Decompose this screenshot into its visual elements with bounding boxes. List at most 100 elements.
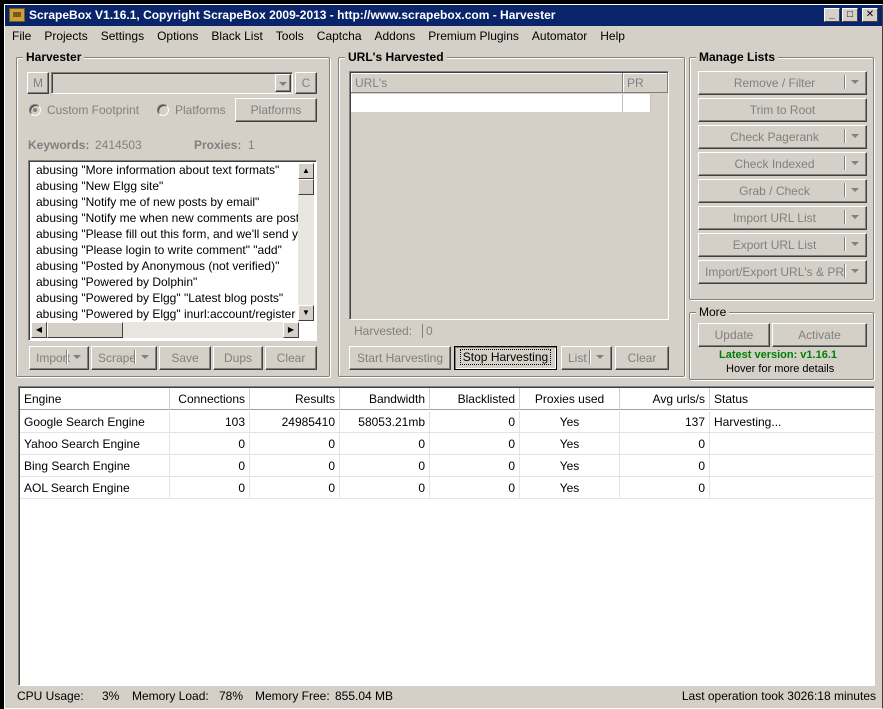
export-url-list-button[interactable]: Export URL List: [698, 233, 867, 257]
table-row[interactable]: Yahoo Search Engine 0 0 0 0 Yes 0: [20, 433, 874, 455]
remove-filter-button[interactable]: Remove / Filter: [698, 71, 867, 95]
keyword-item[interactable]: abusing "More information about text for…: [36, 162, 298, 178]
menu-file[interactable]: File: [5, 27, 37, 45]
import-button[interactable]: Import: [29, 346, 89, 370]
menu-captcha[interactable]: Captcha: [310, 27, 368, 45]
stop-harvesting-button[interactable]: Stop Harvesting: [454, 346, 557, 370]
minimize-button[interactable]: _: [824, 8, 840, 22]
cell-avg-urls: 0: [620, 477, 710, 499]
platforms-radio[interactable]: [157, 104, 169, 116]
keyword-item[interactable]: abusing "New Elgg site": [36, 178, 298, 194]
cell-blacklisted: 0: [430, 411, 520, 433]
menu-addons[interactable]: Addons: [368, 27, 422, 45]
urls-clear-button[interactable]: Clear: [615, 346, 669, 370]
import-export-url-s-pr-button[interactable]: Import/Export URL's & PR: [698, 260, 867, 284]
scroll-right-icon[interactable]: ▶: [283, 322, 299, 338]
chevron-down-icon: [851, 242, 859, 246]
cell-blacklisted: 0: [430, 477, 520, 499]
cpu-usage-label: CPU Usage:: [17, 689, 84, 703]
scroll-down-icon[interactable]: ▼: [298, 305, 314, 321]
col-bandwidth[interactable]: Bandwidth: [340, 388, 430, 410]
chevron-down-icon: [851, 134, 859, 138]
scrape-button[interactable]: Scrape: [91, 346, 157, 370]
chevron-down-icon: [596, 355, 604, 359]
col-engine[interactable]: Engine: [20, 388, 170, 410]
check-indexed-button[interactable]: Check Indexed: [698, 152, 867, 176]
keyword-list[interactable]: abusing "More information about text for…: [28, 160, 317, 341]
scroll-up-icon[interactable]: ▲: [298, 163, 314, 179]
latest-version-text: Latest version: v1.16.1: [719, 349, 838, 361]
c-button[interactable]: C: [295, 72, 317, 94]
chevron-down-icon[interactable]: [275, 74, 291, 92]
table-row[interactable]: Google Search Engine 103 24985410 58053.21m…: [20, 411, 874, 433]
keyword-item[interactable]: abusing "Powered by Elgg" inurl:account/…: [36, 306, 298, 322]
cell-connections: 103: [170, 411, 250, 433]
import-url-list-button[interactable]: Import URL List: [698, 206, 867, 230]
col-avg-urls[interactable]: Avg urls/s: [620, 388, 710, 410]
keyword-item[interactable]: abusing "Please fill out this form, and …: [36, 226, 298, 242]
table-row[interactable]: AOL Search Engine 0 0 0 0 Yes 0: [20, 477, 874, 499]
list-label: List: [568, 351, 587, 365]
menu-settings[interactable]: Settings: [94, 27, 150, 45]
chevron-down-icon: [851, 188, 859, 192]
keyword-item[interactable]: abusing "Powered by Elgg" "Latest blog p…: [36, 290, 298, 306]
cell-bandwidth: 0: [340, 433, 430, 455]
start-harvesting-button[interactable]: Start Harvesting: [349, 346, 451, 370]
keywords-label: Keywords:: [28, 138, 90, 152]
keyword-item[interactable]: abusing "Notify me of new posts by email…: [36, 194, 298, 210]
col-results[interactable]: Results: [250, 388, 340, 410]
col-status[interactable]: Status: [710, 388, 874, 410]
pr-column-header[interactable]: PR: [623, 73, 668, 93]
list-button[interactable]: List: [561, 346, 612, 370]
save-button[interactable]: Save: [159, 346, 211, 370]
last-operation-text: Last operation took 3026:18 minutes: [681, 689, 876, 703]
import-url-list-label: Import URL List: [733, 211, 816, 225]
menu-premium-plugins[interactable]: Premium Plugins: [421, 27, 525, 45]
keyword-item[interactable]: abusing "Please login to write comment" …: [36, 242, 298, 258]
vscroll-thumb[interactable]: [298, 179, 314, 195]
menu-tools[interactable]: Tools: [269, 27, 310, 45]
keyword-hscroll[interactable]: ◀ ▶: [31, 322, 299, 338]
custom-footprint-radio[interactable]: [29, 104, 41, 116]
maximize-button[interactable]: □: [842, 8, 858, 22]
close-button[interactable]: ✕: [862, 8, 878, 22]
urls-list[interactable]: URL's PR: [349, 71, 669, 320]
m-button[interactable]: M: [27, 72, 49, 94]
engines-grid[interactable]: Engine Connections Results Bandwidth Bla…: [18, 386, 875, 686]
update-button[interactable]: Update: [698, 323, 770, 347]
menu-options[interactable]: Options: [150, 27, 204, 45]
platforms-button[interactable]: Platforms: [235, 98, 317, 122]
cell-avg-urls: 0: [620, 455, 710, 477]
activate-button[interactable]: Activate: [772, 323, 867, 347]
keywords-clear-button[interactable]: Clear: [265, 346, 317, 370]
col-blacklisted[interactable]: Blacklisted: [430, 388, 520, 410]
menu-projects[interactable]: Projects: [37, 27, 93, 45]
cell-engine: Google Search Engine: [20, 411, 170, 433]
keyword-item[interactable]: abusing "Posted by Anonymous (not verifi…: [36, 258, 298, 274]
urls-row-divider: [622, 94, 623, 112]
cell-connections: 0: [170, 477, 250, 499]
trim-to-root-button[interactable]: Trim to Root: [698, 98, 867, 122]
dups-button[interactable]: Dups: [213, 346, 263, 370]
cell-blacklisted: 0: [430, 455, 520, 477]
footprint-select[interactable]: [51, 72, 293, 94]
check-pagerank-button[interactable]: Check Pagerank: [698, 125, 867, 149]
col-proxies-used[interactable]: Proxies used: [520, 388, 620, 410]
menu-automator[interactable]: Automator: [525, 27, 593, 45]
hover-hint-text: Hover for more details: [726, 363, 835, 375]
grab-check-button[interactable]: Grab / Check: [698, 179, 867, 203]
keyword-vscroll[interactable]: ▲ ▼: [298, 163, 314, 321]
menu-black-list[interactable]: Black List: [204, 27, 268, 45]
scroll-left-icon[interactable]: ◀: [31, 322, 47, 338]
cell-results: 0: [250, 433, 340, 455]
cell-engine: Bing Search Engine: [20, 455, 170, 477]
col-connections[interactable]: Connections: [170, 388, 250, 410]
keyword-item[interactable]: abusing "Powered by Dolphin": [36, 274, 298, 290]
cell-proxies-used: Yes: [520, 477, 620, 499]
table-row[interactable]: Bing Search Engine 0 0 0 0 Yes 0: [20, 455, 874, 477]
check-pagerank-label: Check Pagerank: [730, 130, 819, 144]
menu-help[interactable]: Help: [593, 27, 631, 45]
hscroll-thumb[interactable]: [47, 322, 123, 338]
keyword-item[interactable]: abusing "Notify me when new comments are…: [36, 210, 298, 226]
urls-column-header[interactable]: URL's: [351, 73, 623, 93]
